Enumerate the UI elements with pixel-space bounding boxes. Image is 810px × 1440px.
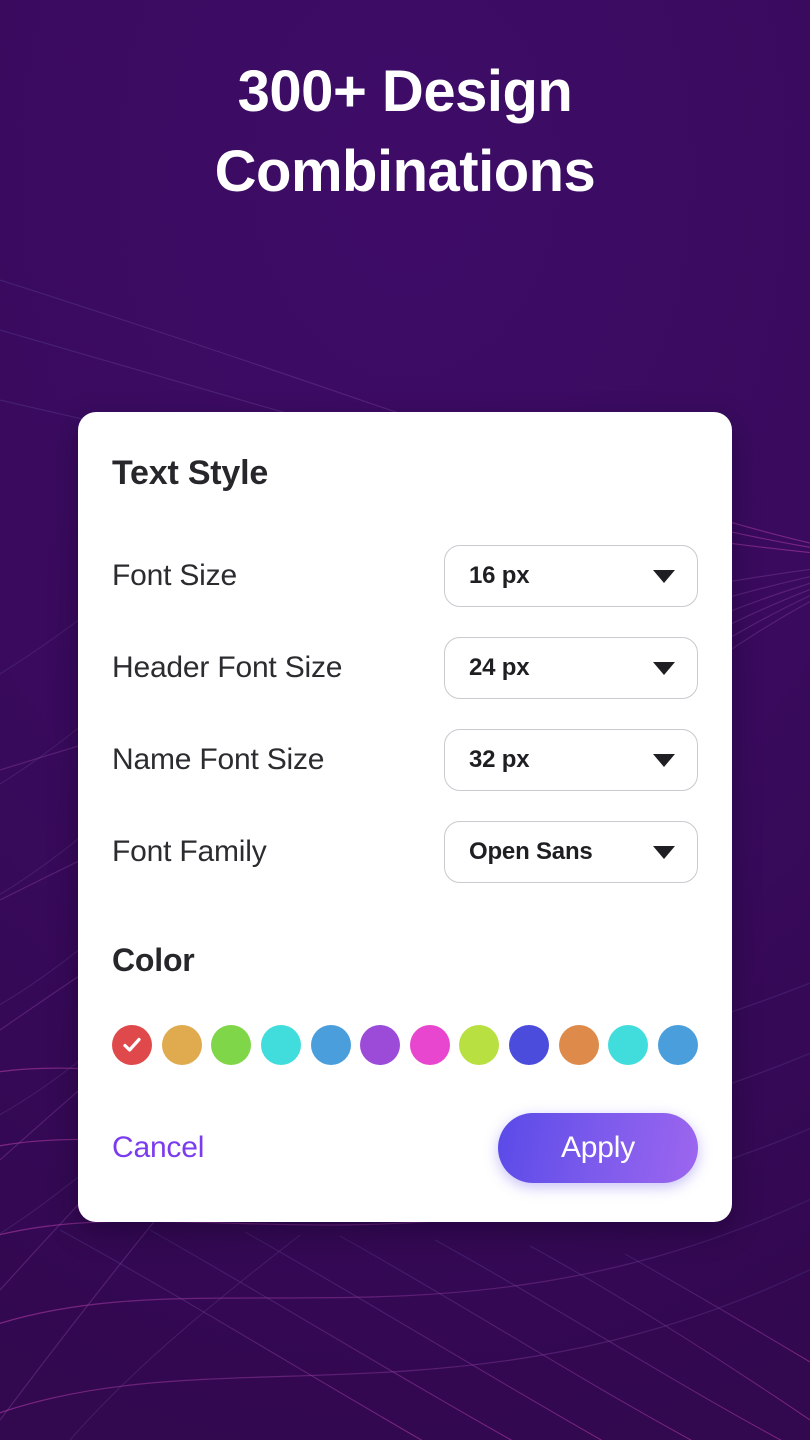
color-swatch[interactable] [657,1025,698,1065]
color-swatch[interactable] [608,1025,649,1065]
color-swatch[interactable] [360,1025,401,1065]
chevron-down-icon [653,753,675,767]
name-font-size-select[interactable]: 32 px [444,729,698,791]
chevron-down-icon [653,661,675,675]
label-header-font-size: Header Font Size [112,651,343,684]
color-swatch[interactable] [459,1025,500,1065]
label-name-font-size: Name Font Size [112,743,325,776]
check-icon [112,1025,152,1065]
color-swatch[interactable] [509,1025,549,1065]
header-font-size-select-value: 24 px [469,654,530,681]
font-family-select-value: Open Sans [469,838,593,865]
headline-line-1: 300+ Design [237,59,573,124]
headline-line-2: Combinations [214,139,596,204]
header-font-size-select[interactable]: 24 px [444,637,698,699]
label-font-size: Font Size [112,559,237,592]
text-style-dialog: Text Style Font Size 16 px Header Font S… [78,412,732,1222]
color-swatch[interactable] [161,1025,202,1065]
font-size-select-value: 16 px [469,562,530,589]
chevron-down-icon [653,569,675,583]
settings-rows: Font Size 16 px Header Font Size 24 px N… [112,530,698,898]
color-swatch-list [112,1025,698,1065]
setting-row-font-family: Font Family Open Sans [112,806,698,898]
color-swatch[interactable] [558,1025,599,1065]
setting-row-name-font-size: Name Font Size 32 px [112,714,698,806]
font-size-select[interactable]: 16 px [444,545,698,607]
color-swatch[interactable] [409,1025,450,1065]
label-font-family: Font Family [112,835,267,868]
color-swatch-selected[interactable] [112,1025,152,1065]
apply-button[interactable]: Apply [498,1113,698,1183]
color-swatch[interactable] [310,1025,351,1065]
dialog-footer: Cancel Apply [112,1112,698,1184]
color-swatch[interactable] [211,1025,252,1065]
setting-row-header-font-size: Header Font Size 24 px [112,622,698,714]
cancel-button[interactable]: Cancel [112,1131,204,1165]
name-font-size-select-value: 32 px [469,746,530,773]
dialog-title: Text Style [112,454,269,492]
setting-row-font-size: Font Size 16 px [112,530,698,622]
page-headline: 300+ Design Combinations [0,52,810,212]
chevron-down-icon [653,845,675,859]
color-section-title: Color [112,942,195,978]
color-swatch[interactable] [260,1025,301,1065]
font-family-select[interactable]: Open Sans [444,821,698,883]
